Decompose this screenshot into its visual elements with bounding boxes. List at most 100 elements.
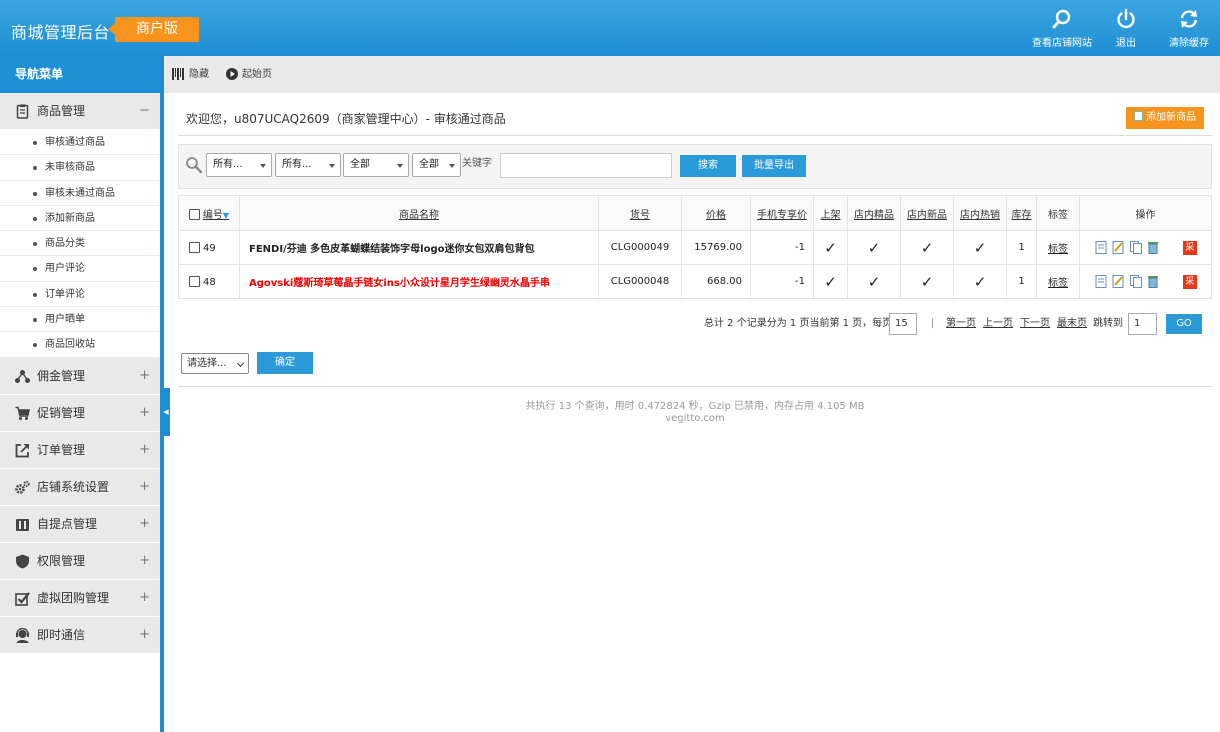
collapse-toggle[interactable]: −: [139, 93, 150, 129]
header-mobile-price[interactable]: 手机专享价: [750, 195, 814, 231]
hide-menu-button[interactable]: 隐藏: [172, 56, 209, 93]
sidebar-group-orders[interactable]: 订单管理 +: [0, 431, 160, 469]
collect-icon[interactable]: 采: [1182, 240, 1197, 255]
status-select-2[interactable]: 全部: [412, 153, 461, 177]
expand-toggle[interactable]: +: [139, 580, 150, 616]
search-button[interactable]: 搜索: [680, 155, 736, 177]
confirm-button[interactable]: 确定: [257, 352, 313, 374]
header-tag: 标签: [1036, 195, 1080, 231]
row-checkbox[interactable]: [189, 241, 200, 253]
check-icon[interactable]: ✓: [953, 230, 1007, 265]
batch-action-select[interactable]: 请选择...: [181, 353, 249, 374]
row-tag-link[interactable]: 标签: [1036, 230, 1080, 265]
clear-cache-button[interactable]: 清除缓存: [1154, 8, 1220, 49]
expand-toggle[interactable]: +: [139, 432, 150, 468]
sidebar-group-commission[interactable]: 佣金管理 +: [0, 357, 160, 395]
status-select-1[interactable]: 全部: [343, 153, 409, 177]
row-mobile-price[interactable]: -1: [750, 230, 814, 265]
last-page-link[interactable]: 最末页: [1057, 313, 1087, 335]
row-tag-link[interactable]: 标签: [1036, 264, 1080, 299]
sidebar-item-approved-goods[interactable]: 审核通过商品: [0, 130, 160, 156]
edit-icon[interactable]: [1112, 275, 1124, 288]
check-icon[interactable]: ✓: [900, 264, 954, 299]
check-icon[interactable]: ✓: [900, 230, 954, 265]
view-store-button[interactable]: 查看店铺网站: [1027, 8, 1097, 49]
header-price[interactable]: 价格: [681, 195, 751, 231]
go-button[interactable]: GO: [1166, 314, 1202, 334]
first-page-link[interactable]: 第一页: [946, 313, 976, 335]
top-header: 商城管理后台 商户版 查看店铺网站 退出 清除缓存: [0, 0, 1220, 56]
edit-icon[interactable]: [1112, 241, 1124, 254]
header-new[interactable]: 店内新品: [900, 195, 954, 231]
sidebar-group-pickup[interactable]: 自提点管理 +: [0, 505, 160, 543]
row-stock[interactable]: 1: [1006, 264, 1037, 299]
keyword-input[interactable]: [500, 153, 672, 178]
row-sku[interactable]: CLG000049: [598, 230, 682, 265]
expand-toggle[interactable]: +: [139, 506, 150, 542]
batch-export-button[interactable]: 批量导出: [742, 155, 806, 177]
row-checkbox[interactable]: [189, 275, 200, 287]
category-select[interactable]: 所有...: [206, 153, 272, 177]
collect-icon[interactable]: 采: [1182, 274, 1197, 289]
expand-toggle[interactable]: +: [139, 358, 150, 394]
row-name[interactable]: Agovski蔻斯琦草莓晶手链女ins小众设计星月学生绿幽灵水晶手串: [239, 264, 599, 299]
sidebar-item-user-comments[interactable]: 用户评论: [0, 256, 160, 282]
view-icon[interactable]: [1095, 241, 1107, 254]
header-on-sale[interactable]: 上架: [813, 195, 848, 231]
sidebar-item-order-comments[interactable]: 订单评论: [0, 282, 160, 308]
goto-page-input[interactable]: 1: [1128, 313, 1157, 335]
check-icon[interactable]: ✓: [847, 264, 901, 299]
sidebar-group-store-settings[interactable]: 店铺系统设置 +: [0, 468, 160, 506]
brand-select[interactable]: 所有...: [275, 153, 341, 177]
sidebar-group-group-buy[interactable]: 虚拟团购管理 +: [0, 579, 160, 617]
row-price[interactable]: 668.00: [681, 264, 751, 299]
filter-bar: 所有... 所有... 全部 全部 关键字 搜索 批量导出: [178, 144, 1212, 189]
add-goods-button[interactable]: 添加新商品: [1126, 107, 1204, 129]
select-all-checkbox[interactable]: [188, 208, 200, 220]
expand-toggle[interactable]: +: [139, 395, 150, 431]
trash-icon[interactable]: [1147, 241, 1159, 254]
sidebar-group-goods[interactable]: 商品管理 −: [0, 93, 160, 130]
sidebar-item-add-goods[interactable]: 添加新商品: [0, 206, 160, 232]
sidebar-item-category[interactable]: 商品分类: [0, 231, 160, 257]
row-price[interactable]: 15769.00: [681, 230, 751, 265]
toolbar: 隐藏 起始页: [164, 56, 1220, 93]
header-hot[interactable]: 店内热销: [953, 195, 1007, 231]
check-icon[interactable]: ✓: [847, 230, 901, 265]
footer-domain: vegitto.com: [665, 413, 725, 424]
check-icon[interactable]: ✓: [813, 264, 848, 299]
check-icon[interactable]: ✓: [813, 230, 848, 265]
sidebar-item-user-showcase[interactable]: 用户晒单: [0, 307, 160, 333]
sidebar-item-unreviewed-goods[interactable]: 未审核商品: [0, 155, 160, 181]
header-sku[interactable]: 货号: [598, 195, 682, 231]
start-page-button[interactable]: 起始页: [226, 56, 272, 93]
header-id[interactable]: 编号▼: [178, 195, 240, 231]
row-mobile-price[interactable]: -1: [750, 264, 814, 299]
copy-icon[interactable]: [1129, 241, 1142, 254]
copy-icon[interactable]: [1129, 275, 1142, 288]
expand-toggle[interactable]: +: [139, 469, 150, 505]
search-icon: [186, 157, 203, 174]
per-page-input[interactable]: 15: [889, 313, 917, 335]
row-sku[interactable]: CLG000048: [598, 264, 682, 299]
expand-toggle[interactable]: +: [139, 617, 150, 653]
sidebar-collapse-handle[interactable]: ◀: [162, 388, 170, 436]
sidebar-item-rejected-goods[interactable]: 审核未通过商品: [0, 181, 160, 206]
check-icon[interactable]: ✓: [953, 264, 1007, 299]
expand-toggle[interactable]: +: [139, 543, 150, 579]
trash-icon[interactable]: [1147, 275, 1159, 288]
sidebar-group-im[interactable]: 即时通信 +: [0, 616, 160, 654]
row-name[interactable]: FENDI/芬迪 多色皮革蝴蝶结装饰字母logo迷你女包双肩包背包: [239, 230, 599, 265]
prev-page-link[interactable]: 上一页: [983, 313, 1013, 335]
row-id: 48: [178, 264, 240, 299]
logout-button[interactable]: 退出: [1091, 8, 1161, 49]
sidebar-item-recycle-bin[interactable]: 商品回收站: [0, 332, 160, 358]
row-stock[interactable]: 1: [1006, 230, 1037, 265]
header-best[interactable]: 店内精品: [847, 195, 901, 231]
view-icon[interactable]: [1095, 275, 1107, 288]
sidebar-group-promotion[interactable]: 促销管理 +: [0, 394, 160, 432]
header-stock[interactable]: 库存: [1006, 195, 1037, 231]
header-name[interactable]: 商品名称: [239, 195, 599, 231]
sidebar-group-permissions[interactable]: 权限管理 +: [0, 542, 160, 580]
next-page-link[interactable]: 下一页: [1020, 313, 1050, 335]
